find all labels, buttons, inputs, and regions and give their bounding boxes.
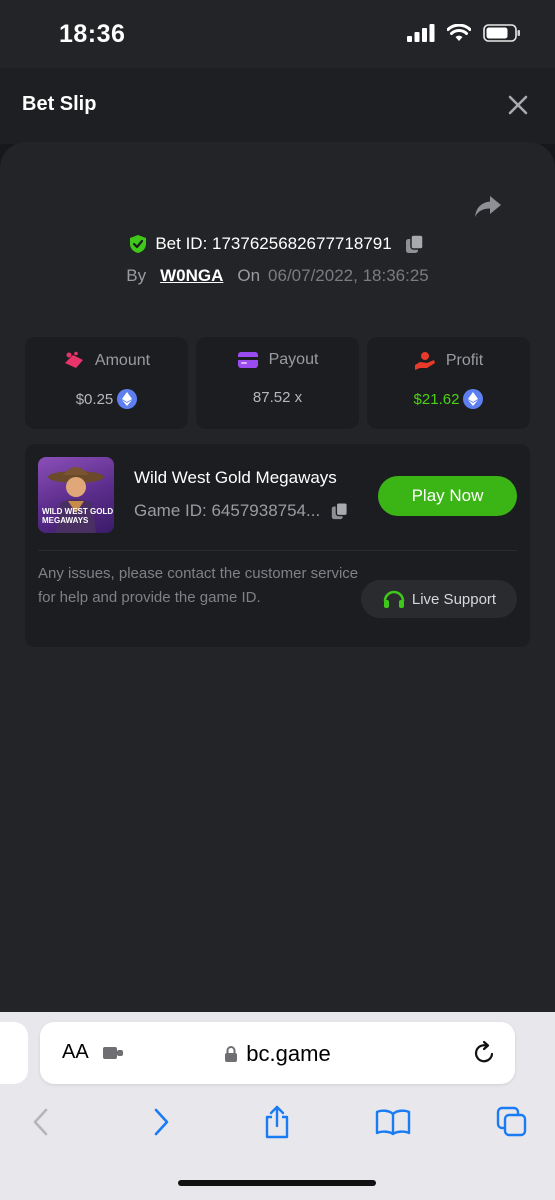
- support-hint-text: Any issues, please contact the customer …: [38, 565, 359, 606]
- stat-profit-value: $21.62: [413, 390, 460, 408]
- url-display[interactable]: bc.game: [40, 1041, 515, 1067]
- bet-date: 06/07/2022, 18:36:25: [268, 266, 429, 285]
- share-icon: [265, 1105, 289, 1139]
- chevron-left-icon: [33, 1108, 48, 1136]
- game-thumbnail[interactable]: WILD WEST GOLD MEGAWAYS: [38, 457, 114, 533]
- bet-slip-header: Bet Slip: [0, 68, 555, 144]
- stat-amount: Amount $0.25: [25, 337, 188, 429]
- bet-amount-icon: [64, 351, 83, 368]
- thumb-subtitle: MEGAWAYS: [42, 516, 89, 525]
- payout-card-icon: [237, 352, 258, 368]
- share-button[interactable]: [473, 194, 503, 220]
- game-card: WILD WEST GOLD MEGAWAYS Wild West Gold M…: [25, 444, 530, 647]
- game-id-row: Game ID: 6457938754...: [134, 500, 350, 522]
- wifi-icon: [447, 24, 471, 41]
- share-page-button[interactable]: [259, 1104, 295, 1140]
- play-now-button[interactable]: Play Now: [378, 476, 517, 516]
- headset-icon: [383, 590, 405, 608]
- close-button[interactable]: [507, 94, 529, 116]
- signal-icon: [407, 24, 435, 42]
- bet-stats: Amount $0.25 Payout 87.52 x Profit $21.6…: [25, 337, 530, 429]
- stat-amount-value: $0.25: [75, 390, 114, 408]
- address-bar[interactable]: AA bc.game: [40, 1022, 515, 1084]
- thumb-title: WILD WEST GOLD: [42, 507, 114, 516]
- bet-detail-sheet: Bet ID: 1737625682677718791 By W0NGA On …: [0, 142, 555, 1012]
- forward-button[interactable]: [143, 1104, 179, 1140]
- profit-hand-icon: [414, 352, 435, 370]
- url-text: bc.game: [246, 1041, 331, 1066]
- stat-payout-label: Payout: [268, 351, 319, 368]
- bet-id-text: Bet ID: 1737625682677718791: [155, 234, 392, 253]
- stat-payout: Payout 87.52 x: [196, 337, 359, 429]
- previous-tab-preview[interactable]: [0, 1022, 28, 1084]
- live-support-label: Live Support: [411, 590, 497, 608]
- divider: [38, 550, 517, 551]
- eth-icon: [117, 389, 138, 409]
- bet-id-row: Bet ID: 1737625682677718791: [0, 233, 555, 255]
- eth-icon: [463, 389, 484, 409]
- status-bar: 18:36: [0, 0, 555, 68]
- copy-icon[interactable]: [330, 500, 350, 522]
- username-link[interactable]: W0NGA: [160, 266, 223, 286]
- book-icon: [375, 1109, 411, 1136]
- stat-amount-label: Amount: [94, 352, 151, 369]
- game-id-text: Game ID: 6457938754...: [134, 501, 321, 520]
- bet-author-row: By W0NGA On 06/07/2022, 18:36:25: [0, 266, 555, 286]
- on-label: On: [237, 266, 261, 285]
- share-arrow-icon: [475, 196, 501, 217]
- live-support-button[interactable]: Live Support: [361, 580, 517, 618]
- tabs-button[interactable]: [494, 1104, 530, 1140]
- shield-check-icon: [130, 235, 147, 253]
- close-icon: [508, 95, 528, 115]
- lock-icon: [225, 1046, 238, 1062]
- back-button[interactable]: [23, 1104, 59, 1140]
- status-icons: [407, 24, 521, 42]
- stat-payout-value: 87.52 x: [252, 389, 303, 406]
- stat-profit: Profit $21.62: [367, 337, 530, 429]
- battery-icon: [483, 24, 520, 42]
- chevron-right-icon: [154, 1108, 169, 1136]
- browser-toolbar: [0, 1100, 555, 1148]
- page-title: Bet Slip: [22, 93, 97, 115]
- copy-icon[interactable]: [404, 233, 426, 255]
- by-label: By: [126, 266, 147, 285]
- bookmarks-button[interactable]: [375, 1104, 411, 1140]
- stat-profit-label: Profit: [445, 352, 484, 369]
- tabs-icon: [496, 1106, 527, 1137]
- browser-chrome: AA bc.game: [0, 1012, 555, 1200]
- reload-icon[interactable]: [471, 1040, 497, 1066]
- status-time: 18:36: [59, 20, 126, 48]
- game-name: Wild West Gold Megaways: [134, 468, 337, 487]
- home-indicator: [178, 1180, 376, 1186]
